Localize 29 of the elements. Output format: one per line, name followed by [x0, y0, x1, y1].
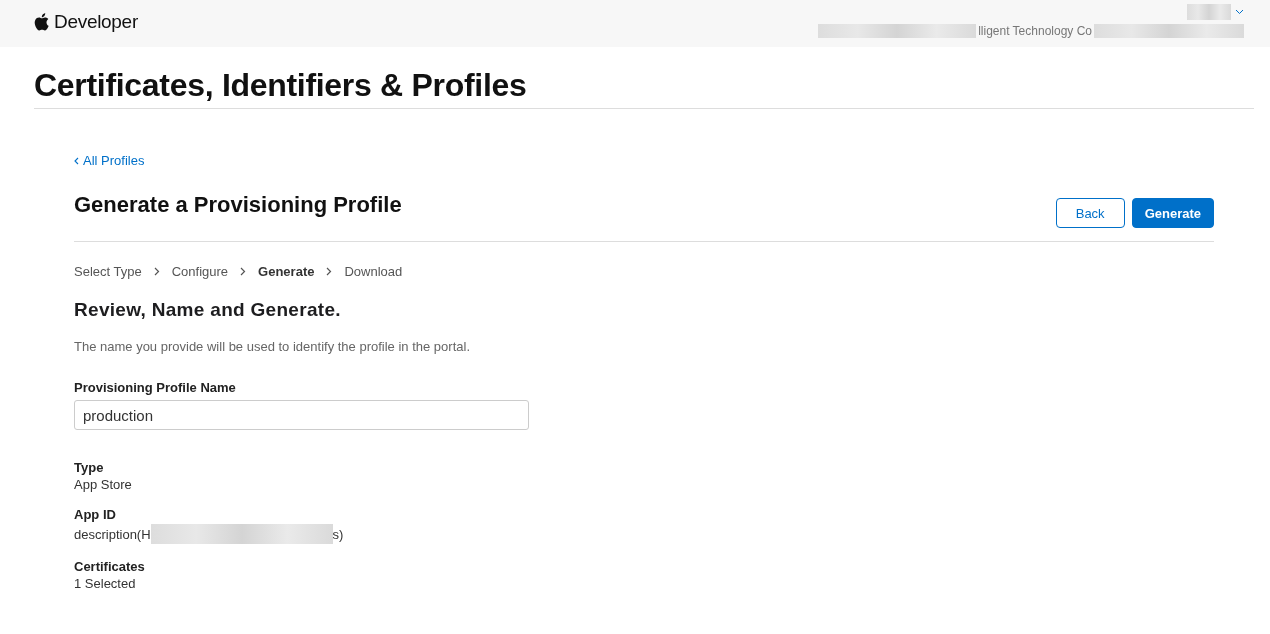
- step-label: Generate: [258, 264, 315, 279]
- form-title: Review, Name and Generate.: [74, 299, 342, 321]
- step-label: Download: [344, 264, 403, 279]
- back-button[interactable]: Back: [1055, 198, 1125, 228]
- chevron-right-icon: [326, 267, 333, 276]
- detail-label: App ID: [74, 507, 117, 522]
- detail-label: Certificates: [74, 559, 146, 574]
- description-text: The name you provide will be used to identify the profile in the portal.: [74, 339, 471, 354]
- back-link[interactable]: All Profiles: [83, 153, 145, 168]
- chevron-left-icon[interactable]: [74, 156, 79, 165]
- page-title: Certificates, Identifiers & Profiles: [34, 47, 1254, 109]
- team-name: lligent Technology Co: [977, 24, 1093, 38]
- section-title: Generate a Provisioning Profile: [74, 192, 402, 218]
- step-label: Select Type: [74, 264, 142, 279]
- generate-button[interactable]: Generate: [1131, 198, 1214, 228]
- detail-value: 1 Selected: [74, 576, 136, 591]
- chevron-down-icon[interactable]: [1235, 9, 1244, 15]
- detail-label: Type: [74, 460, 105, 475]
- detail-value: s): [332, 526, 344, 542]
- brand-name[interactable]: Developer: [54, 11, 138, 33]
- apple-logo-icon: [34, 13, 49, 31]
- chevron-right-icon: [240, 267, 247, 276]
- detail-value: description(H: [74, 526, 151, 542]
- redacted-area: [1187, 4, 1231, 20]
- detail-value: App Store: [74, 477, 132, 492]
- chevron-right-icon: [153, 267, 160, 276]
- step-label: Configure: [171, 264, 229, 279]
- profile-name-field[interactable]: production: [74, 400, 529, 430]
- field-label: Provisioning Profile Name: [74, 380, 237, 395]
